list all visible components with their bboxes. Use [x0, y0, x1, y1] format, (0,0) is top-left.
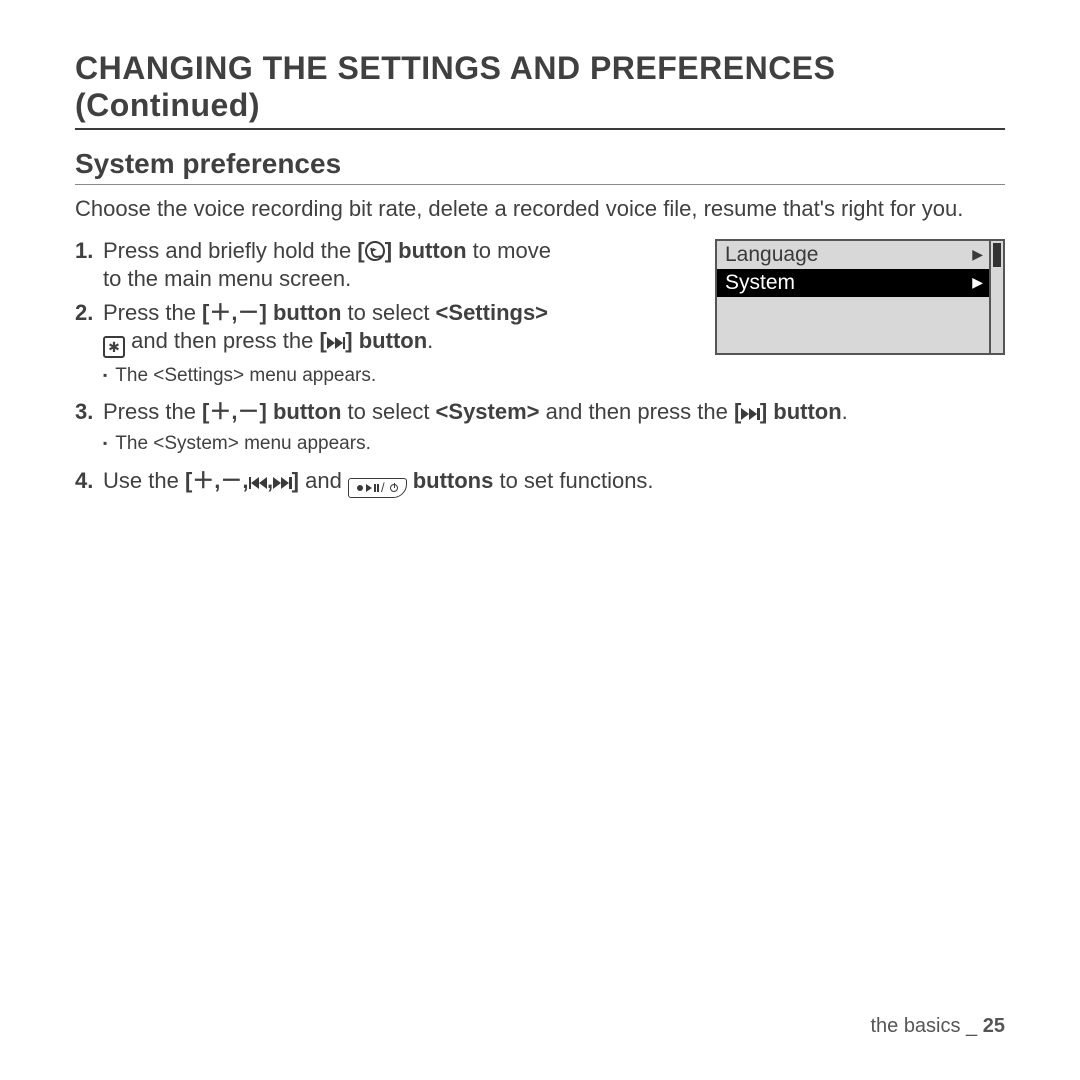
text: <System>: [436, 399, 540, 424]
text: button: [267, 300, 342, 325]
step-3: 3. Press the [＋,－] button to select <Sys…: [75, 398, 1005, 426]
page-number: 25: [983, 1015, 1005, 1037]
text: Press the: [103, 300, 202, 325]
menu-item-system: System ▶: [717, 269, 989, 297]
footer-section: the basics _: [870, 1015, 977, 1037]
bracket: ]: [260, 300, 267, 325]
text: <Settings>: [436, 300, 548, 325]
text: button: [353, 328, 428, 353]
page-title: CHANGING THE SETTINGS AND PREFERENCES (C…: [75, 50, 1005, 130]
bracket: [: [734, 399, 741, 424]
next-icon: [741, 408, 760, 420]
step-number: 4.: [75, 467, 103, 498]
step-number: 1.: [75, 237, 103, 293]
step-3-note: The <System> menu appears.: [103, 432, 1005, 456]
menu-label: Language: [725, 243, 818, 267]
section-title: System preferences: [75, 148, 1005, 185]
bracket: ]: [260, 399, 267, 424]
play-pause-power-icon: /: [348, 478, 407, 498]
step-4: 4. Use the [＋,－,,] and / buttons to set …: [75, 467, 1005, 498]
next-icon: [327, 337, 346, 349]
next-icon: [273, 477, 292, 489]
minus-icon: －: [238, 300, 260, 325]
bracket: ]: [385, 238, 392, 263]
text: Press and briefly hold the: [103, 238, 357, 263]
text: buttons: [413, 468, 494, 493]
text: .: [427, 328, 433, 353]
settings-icon: ✱: [103, 336, 125, 358]
text: Use the: [103, 468, 185, 493]
text: and: [299, 468, 348, 493]
plus-icon: ＋: [192, 468, 214, 493]
device-screen: Language ▶ System ▶: [715, 239, 1005, 355]
step-number: 2.: [75, 299, 103, 358]
prev-icon: [249, 477, 268, 489]
minus-icon: －: [220, 468, 242, 493]
menu-label: System: [725, 271, 795, 295]
menu-item-language: Language ▶: [717, 241, 989, 269]
text: to select: [341, 399, 435, 424]
chevron-right-icon: ▶: [972, 274, 983, 291]
text: button: [767, 399, 842, 424]
text: to set functions.: [493, 468, 653, 493]
back-icon: [365, 241, 385, 261]
bracket: ]: [292, 468, 299, 493]
chevron-right-icon: ▶: [972, 246, 983, 263]
minus-icon: －: [238, 399, 260, 424]
scrollbar: [989, 241, 1003, 353]
text: to select: [341, 300, 435, 325]
text: and then press the: [125, 328, 319, 353]
text: and then press the: [540, 399, 734, 424]
intro-text: Choose the voice recording bit rate, del…: [75, 195, 1005, 223]
text: .: [842, 399, 848, 424]
menu-empty: [717, 297, 989, 353]
bracket: [: [319, 328, 326, 353]
plus-icon: ＋: [209, 300, 231, 325]
bracket: [: [357, 238, 364, 263]
bracket: ]: [345, 328, 352, 353]
page-footer: the basics _ 25: [870, 1015, 1005, 1038]
step-number: 3.: [75, 398, 103, 426]
text: button: [267, 399, 342, 424]
plus-icon: ＋: [209, 399, 231, 424]
text: button: [392, 238, 467, 263]
step-2-note: The <Settings> menu appears.: [103, 364, 1005, 388]
text: Press the: [103, 399, 202, 424]
